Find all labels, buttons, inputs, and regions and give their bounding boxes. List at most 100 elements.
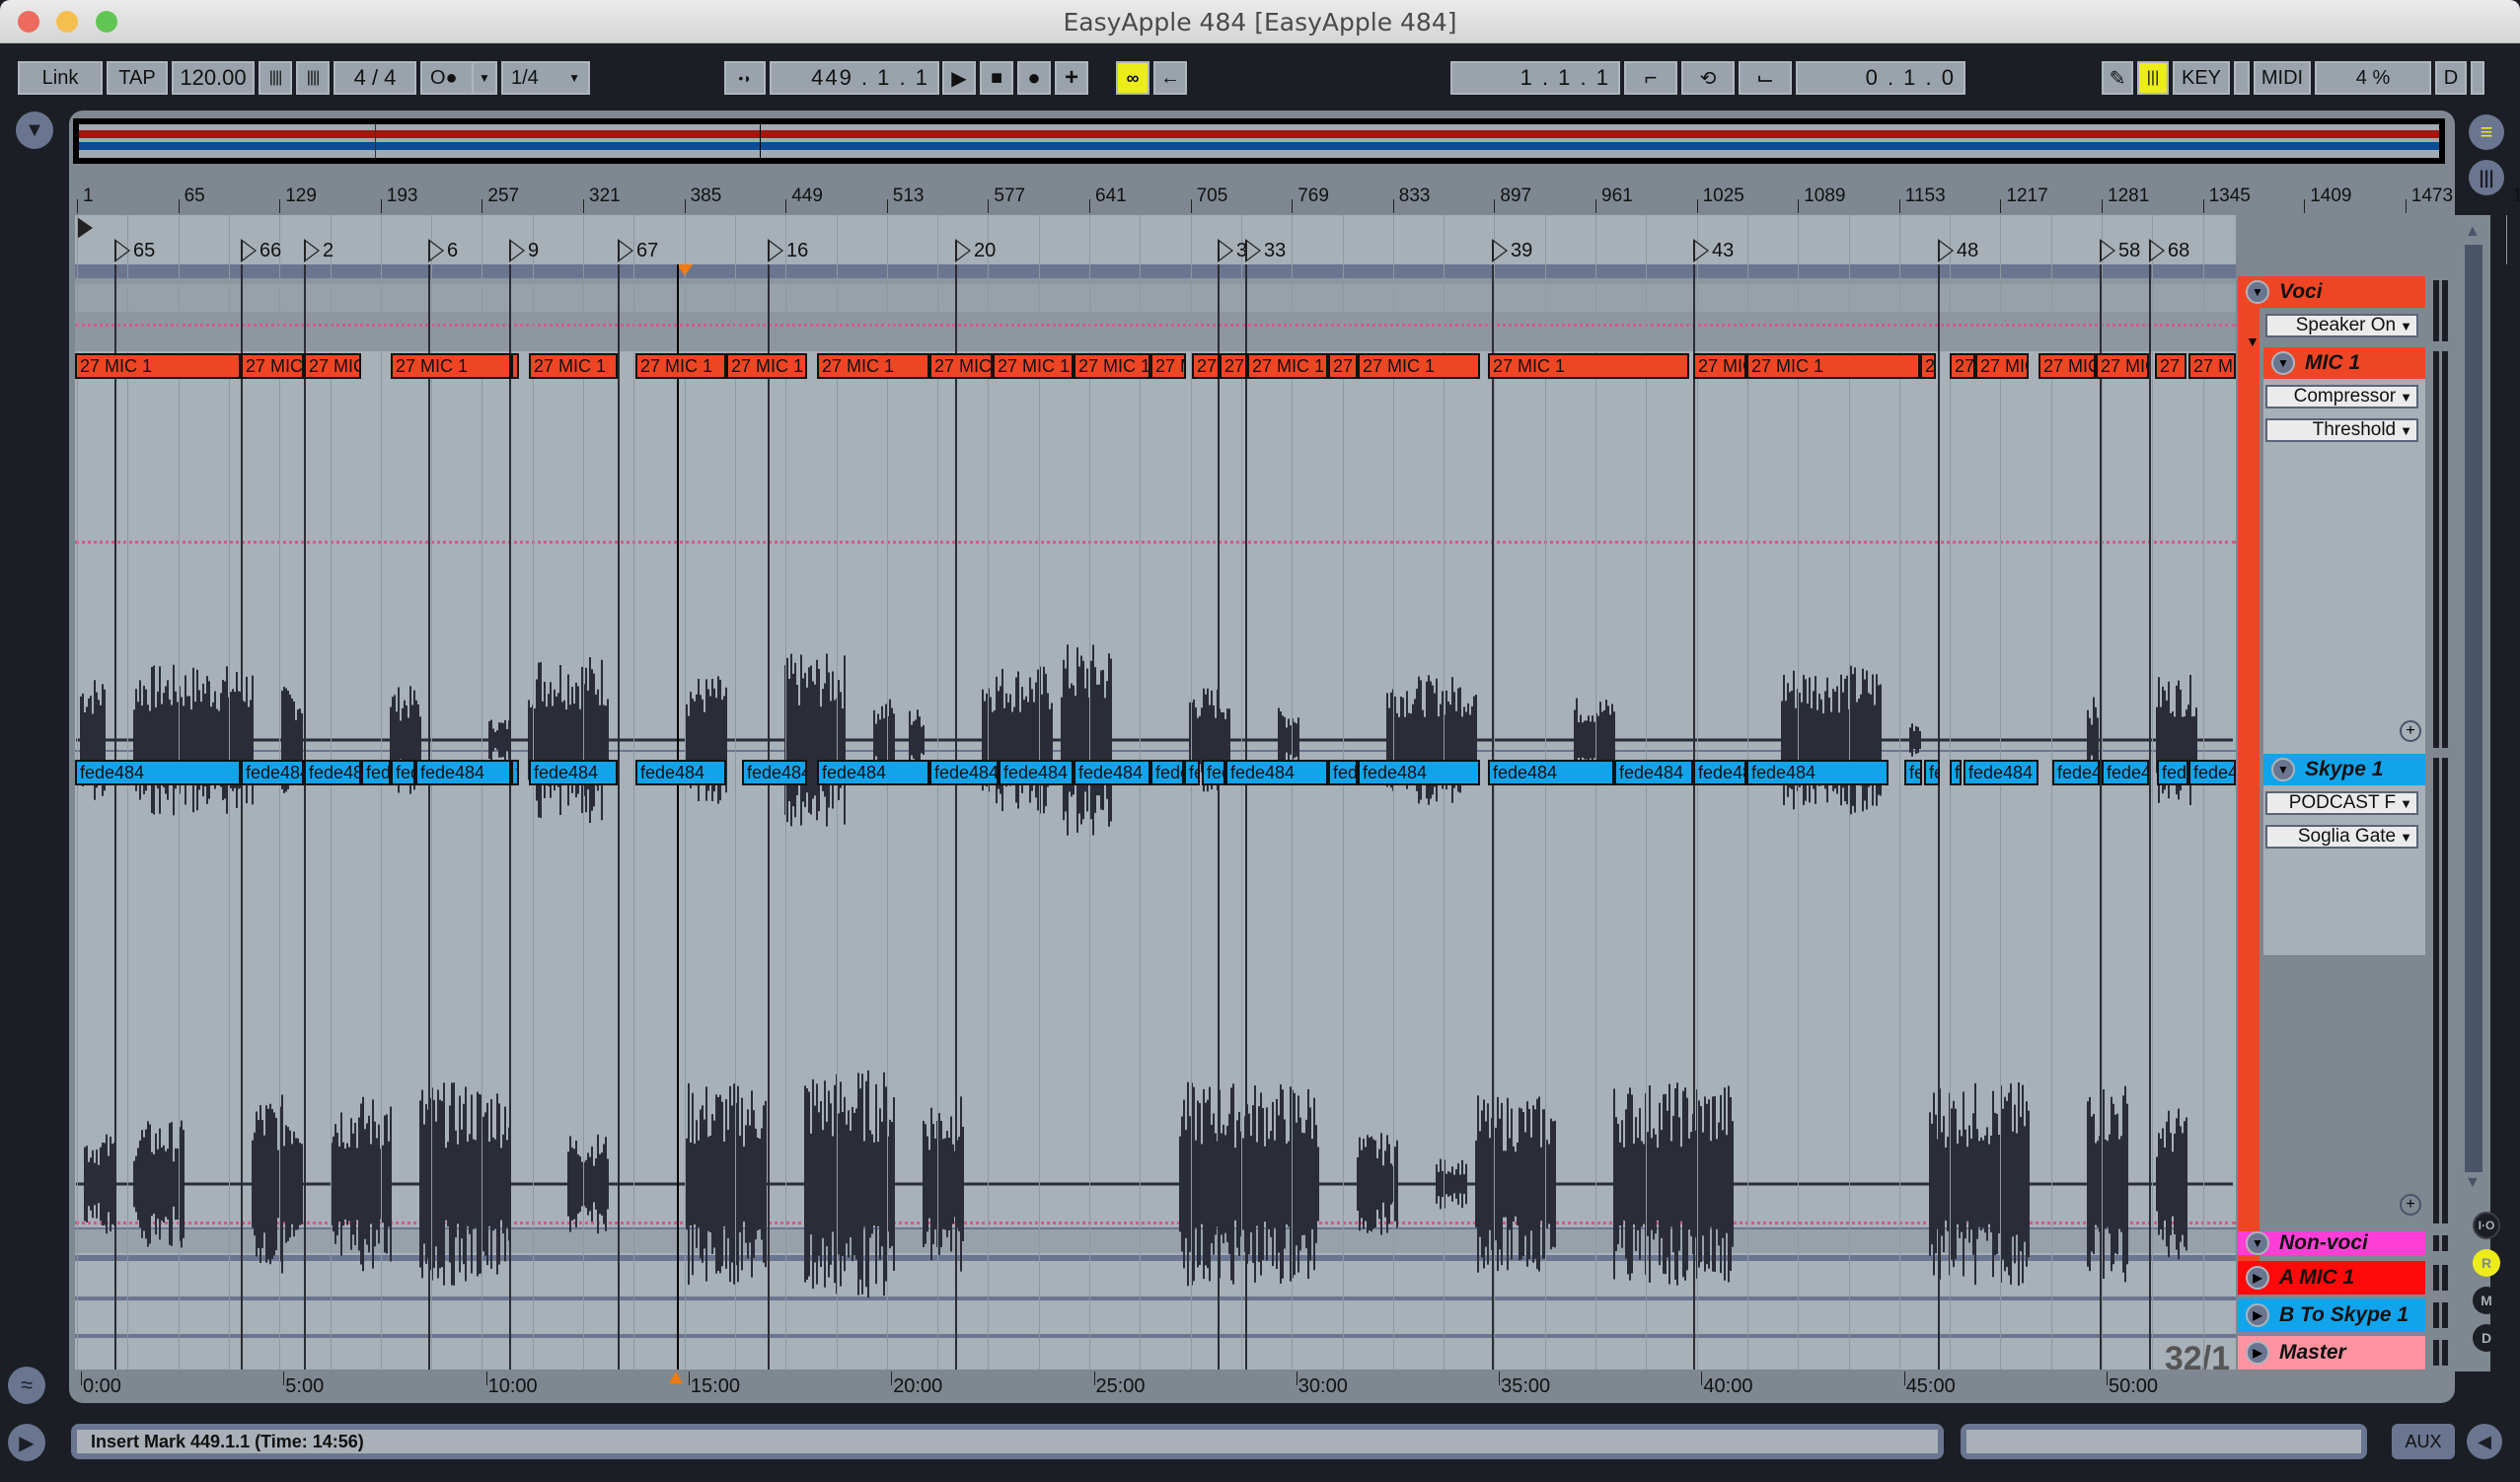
clip-header[interactable]: fede484 xyxy=(929,760,999,785)
clip-header[interactable]: 27 MIC 1 xyxy=(1328,353,1358,379)
tap-tempo-button[interactable]: TAP xyxy=(107,61,168,95)
fold-icon[interactable]: ▼ xyxy=(2246,1231,2269,1255)
clip-header[interactable]: fede484 xyxy=(999,760,1074,785)
locator-marker[interactable]: 33 xyxy=(1245,237,1286,264)
back-arrow-icon[interactable]: ← xyxy=(1153,61,1187,95)
loop-length-field[interactable]: 0 . 1 . 0 xyxy=(1796,61,1965,95)
clip-header[interactable]: fede484 xyxy=(529,760,618,785)
arrangement-position-field[interactable]: 449 . 1 . 1 xyxy=(770,61,939,95)
automation-arm-icon[interactable]: ∞ xyxy=(1116,61,1149,95)
locator-marker[interactable]: 16 xyxy=(768,237,808,264)
clip-header[interactable]: 27 MIC 1 xyxy=(529,353,618,379)
clip-header[interactable]: fede484 xyxy=(75,760,241,785)
show-hide-browser-button[interactable]: ▼ xyxy=(16,111,53,149)
locator-marker[interactable]: 67 xyxy=(618,237,658,264)
arrangement-overview[interactable] xyxy=(73,118,2445,164)
clip-header[interactable]: 27 MIC 1 xyxy=(304,353,361,379)
add-automation-lane-button[interactable]: + xyxy=(2400,720,2421,742)
key-map-button[interactable] xyxy=(2234,61,2250,95)
locator-marker[interactable]: 2 xyxy=(304,237,334,264)
clip-header[interactable]: fede484 xyxy=(391,760,415,785)
clip-header[interactable]: 27 MIC 1 xyxy=(1920,353,1936,379)
track-lanes[interactable]: 32/1 27 MIC 127 MIC 127 MIC 127 MIC 127 … xyxy=(75,264,2236,1370)
clip-header[interactable]: 27 MIC 1 xyxy=(1220,353,1247,379)
clip-header[interactable]: 27 MIC 1 xyxy=(1150,353,1186,379)
time-signature-field[interactable]: 4 / 4 xyxy=(334,61,416,95)
clip-header[interactable]: fede484 xyxy=(1488,760,1614,785)
mixer-toggle-button[interactable]: M xyxy=(2473,1287,2500,1314)
stop-icon[interactable]: ■ xyxy=(980,61,1013,95)
piano-icon[interactable]: ||| xyxy=(2137,61,2169,95)
chevron-down-icon[interactable]: ▼ xyxy=(472,61,497,95)
clip-header[interactable]: 27 MIC 1 xyxy=(817,353,929,379)
clip-header[interactable]: 27 MIC 1 xyxy=(993,353,1074,379)
fold-icon[interactable]: ▼ xyxy=(2271,351,2295,375)
returns-toggle-button[interactable]: R xyxy=(2473,1249,2500,1277)
track-header-mic1[interactable]: ▼ MIC 1 xyxy=(2263,347,2425,379)
loop-icon[interactable]: ⟲ xyxy=(1681,61,1735,95)
clip-header[interactable]: 27 MIC 1 xyxy=(1488,353,1689,379)
clip-header[interactable]: fede484 xyxy=(1184,760,1200,785)
clip-header[interactable]: 27 MIC 1 xyxy=(1693,353,1746,379)
clip-header[interactable]: fede484 xyxy=(304,760,361,785)
session-view-toggle-button[interactable]: ||| xyxy=(2469,160,2504,195)
locator-marker[interactable]: 9 xyxy=(509,237,539,264)
clip-header[interactable]: fede484 xyxy=(1746,760,1889,785)
parameter-chooser-skype1[interactable]: Soglia Gate ▼ xyxy=(2265,825,2418,849)
clip-header[interactable]: fede484 xyxy=(1924,760,1940,785)
clip-header[interactable]: 27 MIC 1 xyxy=(1950,353,1975,379)
clip-header[interactable]: 27 MIC 1 xyxy=(929,353,993,379)
clip-header[interactable]: fede484 xyxy=(511,760,519,785)
clip-header[interactable]: 27 MIC 1 xyxy=(2096,353,2149,379)
time-ruler[interactable]: 0:00 5:00 10:00 15:00 20:00 25:00 30:00 35:00 40… xyxy=(75,1371,2236,1401)
clip-header[interactable]: fede484 xyxy=(2052,760,2100,785)
clip-header[interactable]: fede484 xyxy=(817,760,929,785)
clip-header[interactable]: fede484 xyxy=(415,760,511,785)
clip-header[interactable]: 27 MIC 1 xyxy=(726,353,807,379)
expand-icon[interactable]: ▶ xyxy=(2246,1341,2269,1365)
show-hide-overview-button[interactable]: ≈ xyxy=(8,1367,45,1404)
locator-marker[interactable]: 58 xyxy=(2100,237,2140,264)
track-header-master[interactable]: ▶ Master xyxy=(2238,1336,2425,1370)
clip-header[interactable]: 27 MIC 1 xyxy=(511,353,519,379)
clip-header[interactable]: fede484 xyxy=(1074,760,1150,785)
clip-header[interactable]: fede484 xyxy=(1202,760,1225,785)
clip-header[interactable]: 27 MIC 1 xyxy=(1358,353,1480,379)
locator-marker[interactable]: 43 xyxy=(1693,237,1734,264)
add-automation-lane-button[interactable]: + xyxy=(2400,1194,2421,1216)
aux-button[interactable]: AUX xyxy=(2392,1424,2455,1459)
vertical-scrollbar[interactable]: ▲ ▼ xyxy=(2455,215,2490,1371)
midi-map-button[interactable]: MIDI xyxy=(2254,61,2311,95)
track-header-return-b[interactable]: ▶ B To Skype 1 xyxy=(2238,1298,2425,1332)
start-marker-icon[interactable] xyxy=(77,217,93,239)
clip-header[interactable]: fede484 xyxy=(1328,760,1358,785)
fold-icon[interactable]: ▼ xyxy=(2271,758,2295,781)
plus-icon[interactable]: + xyxy=(1055,61,1088,95)
locator-marker[interactable]: 65 xyxy=(114,237,155,264)
clip-header[interactable]: fede484 xyxy=(1964,760,2038,785)
clip-header[interactable]: 27 MIC 1 xyxy=(241,353,304,379)
track-header-skype1[interactable]: ▼ Skype 1 xyxy=(2263,754,2425,785)
device-chooser-voci[interactable]: Speaker On ▼ xyxy=(2265,314,2418,337)
locator-marker[interactable]: 3 xyxy=(1218,237,1247,264)
quantize-dropdown[interactable]: 1/4 ▼ xyxy=(501,61,590,95)
scrollbar-thumb[interactable] xyxy=(2465,245,2483,1172)
track-header-return-a[interactable]: ▶ A MIC 1 xyxy=(2238,1261,2425,1295)
clip-header[interactable]: fede484 xyxy=(1150,760,1184,785)
clip-header[interactable]: 27 MIC 1 xyxy=(1975,353,2029,379)
scroll-down-icon[interactable]: ▼ xyxy=(2465,1174,2481,1192)
clip-header[interactable]: 27 MIC 1 xyxy=(2188,353,2236,379)
tempo-field[interactable]: 120.00 xyxy=(172,61,255,95)
clip-header[interactable]: fede484 xyxy=(1950,760,1962,785)
loop-start-field[interactable]: 1 . 1 . 1 xyxy=(1450,61,1620,95)
device-chooser-skype1[interactable]: PODCAST F ▼ xyxy=(2265,791,2418,815)
clip-header[interactable]: fede484 xyxy=(2157,760,2188,785)
nudge-up-icon[interactable]: |||| xyxy=(296,61,330,95)
play-icon[interactable]: ▶ xyxy=(942,61,976,95)
clip-header[interactable]: fede484 xyxy=(1693,760,1746,785)
clip-header[interactable]: fede484 xyxy=(241,760,304,785)
device-chooser-mic1[interactable]: Compressor ▼ xyxy=(2265,385,2418,408)
scroll-up-icon[interactable]: ▲ xyxy=(2465,223,2481,241)
clip-header[interactable]: 27 MIC 1 xyxy=(635,353,726,379)
punch-in-icon[interactable]: ⌐ xyxy=(1624,61,1677,95)
